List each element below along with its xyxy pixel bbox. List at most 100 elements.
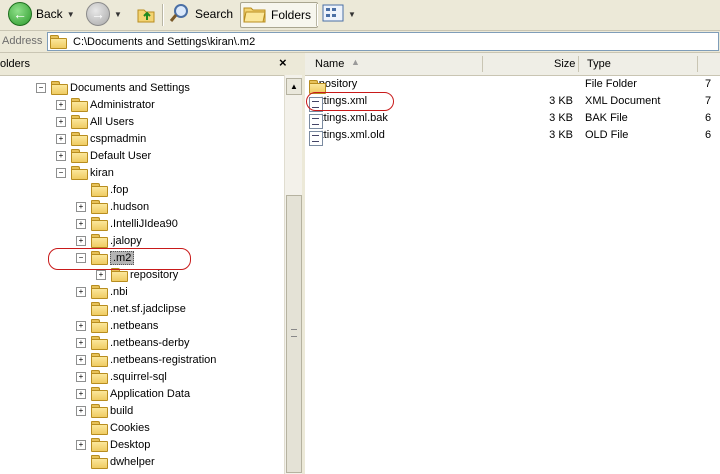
expand-icon[interactable]: + [76,372,86,382]
expand-icon[interactable]: + [76,202,86,212]
scroll-up-icon[interactable]: ▲ [286,78,302,95]
tree-item-label: dwhelper [110,455,155,468]
address-label: Address [2,35,43,47]
forward-button[interactable]: → ▼ [86,2,122,26]
tree-item[interactable]: + Default User [56,147,152,164]
scrollbar-thumb[interactable] [286,195,302,473]
tree-item[interactable]: + .netbeans-registration [76,351,216,368]
file-name-cell: settings.xml.bak [309,112,388,129]
tree-item[interactable]: .net.sf.jadclipse [91,300,186,317]
tree-item[interactable]: + Application Data [76,385,190,402]
folder-icon [51,81,68,95]
file-type: BAK File [585,112,628,124]
file-size: 3 KB [549,95,573,107]
tree-item[interactable]: + build [76,402,133,419]
tree-item[interactable]: + repository [96,266,179,283]
file-size: 3 KB [549,112,573,124]
file-row[interactable]: settings.xml 3 KB XML Document 7 [305,93,720,112]
file-type: OLD File [585,129,629,141]
close-icon[interactable]: × [279,55,287,70]
tree-item-label: .netbeans-derby [110,336,190,349]
tree-item[interactable]: + .netbeans [76,317,158,334]
search-label: Search [195,7,234,21]
search-button[interactable]: Search [169,2,233,26]
folder-icon [91,285,108,299]
expand-icon[interactable]: + [76,219,86,229]
folders-pane: olders × − Documents and Settings + Adminis… [0,53,302,474]
file-row[interactable]: settings.xml.bak 3 KB BAK File 6 [305,110,720,129]
tree-item[interactable]: − .m2 [76,249,135,266]
folder-icon [71,98,88,112]
folder-icon [91,200,108,214]
forward-dropdown-icon[interactable]: ▼ [114,10,122,19]
folder-icon [91,183,108,197]
up-folder-button[interactable] [136,2,156,26]
tree-item[interactable]: − Documents and Settings [36,79,190,96]
expand-icon[interactable]: + [76,406,86,416]
tree-item[interactable]: − kiran [56,164,114,181]
views-dropdown-icon[interactable]: ▼ [348,10,356,19]
tree-item[interactable]: Cookies [91,419,150,436]
folder-icon [111,268,128,282]
address-field[interactable]: C:\Documents and Settings\kiran\.m2 [47,32,719,51]
search-icon [169,2,191,27]
file-row[interactable]: settings.xml.old 3 KB OLD File 6 [305,127,720,146]
tree-item-label: .hudson [110,200,150,213]
expand-icon[interactable]: + [76,389,86,399]
folders-pane-title: olders [0,58,30,70]
collapse-icon[interactable]: − [76,253,86,263]
sort-ascending-icon: ▲ [351,57,360,67]
file-row[interactable]: repository File Folder 7 [305,76,720,94]
tree-item[interactable]: + .IntelliJIdea90 [76,215,178,232]
column-type[interactable]: Type [587,58,611,70]
tree-item-label: Default User [90,149,152,162]
expand-icon[interactable]: + [76,355,86,365]
expand-icon[interactable]: + [56,117,66,127]
tree-item-label: .net.sf.jadclipse [110,302,186,315]
expand-icon[interactable]: + [96,270,106,280]
tree-item-label: repository [130,268,179,281]
expand-icon[interactable]: + [76,321,86,331]
tree-item[interactable]: + .hudson [76,198,150,215]
expand-icon[interactable]: + [56,100,66,110]
tree-item[interactable]: .fop [91,181,128,198]
tree-item-label: Desktop [110,438,151,451]
tree-item-label: .fop [110,183,129,196]
tree-item[interactable]: + All Users [56,113,134,130]
column-size[interactable]: Size [554,58,575,70]
tree-item[interactable]: + .netbeans-derby [76,334,190,351]
folder-icon [91,319,108,333]
file-type: File Folder [585,78,637,90]
back-label: Back [36,7,63,21]
expand-icon[interactable]: + [76,440,86,450]
tree-item[interactable]: + Desktop [76,436,151,453]
expand-icon[interactable]: + [76,236,86,246]
up-folder-icon [136,4,156,24]
expand-icon[interactable]: + [76,287,86,297]
views-button[interactable]: ▼ [322,2,356,26]
back-dropdown-icon[interactable]: ▼ [67,10,75,19]
folder-icon [91,217,108,231]
folder-icon [91,455,108,469]
expand-icon[interactable]: + [56,134,66,144]
tree-item-label: Cookies [110,421,150,434]
folder-icon [50,35,67,49]
tree-item[interactable]: + Administrator [56,96,155,113]
tree-item-label: .IntelliJIdea90 [110,217,178,230]
folders-button[interactable]: Folders [240,2,319,28]
tree-item[interactable]: + .jalopy [76,232,142,249]
tree-item[interactable]: dwhelper [91,453,155,470]
collapse-icon[interactable]: − [56,168,66,178]
expand-icon[interactable]: + [56,151,66,161]
tree-scrollbar[interactable]: ▲ [284,75,302,474]
expand-icon[interactable]: + [76,338,86,348]
file-name-cell: settings.xml.old [309,129,385,146]
tree-item[interactable]: + .squirrel-sql [76,368,167,385]
folder-icon [91,404,108,418]
collapse-icon[interactable]: − [36,83,46,93]
column-name[interactable]: Name [315,58,344,70]
tree-item[interactable]: + .nbi [76,283,128,300]
back-button[interactable]: ← Back ▼ [8,2,75,26]
folders-label: Folders [271,8,312,22]
tree-item[interactable]: + cspmadmin [56,130,146,147]
